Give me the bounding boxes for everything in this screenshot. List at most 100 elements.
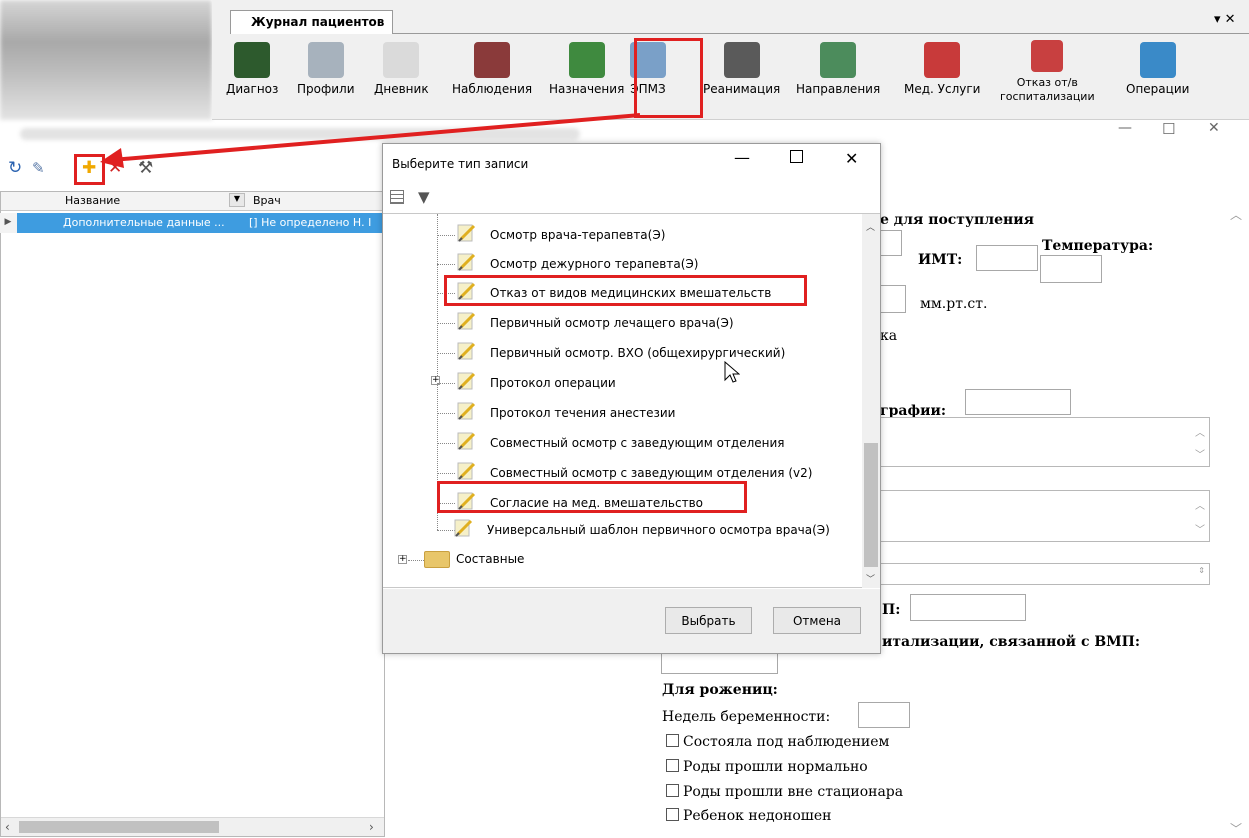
checkbox-box[interactable]	[666, 784, 679, 797]
row-doctor-cell[interactable]: [] Не определено Н. I	[249, 216, 371, 229]
tree-item[interactable]: Осмотр дежурного терапевта(Э)	[490, 257, 698, 271]
photo-input[interactable]	[965, 389, 1071, 415]
tree-item[interactable]: Осмотр врача-терапевта(Э)	[490, 228, 665, 242]
checkbox-premature[interactable]: Ребенок недоношен	[666, 808, 831, 824]
refusal-item-highlight	[444, 275, 807, 306]
horizontal-scrollbar[interactable]: ‹ ›	[1, 817, 384, 836]
checkbox-box[interactable]	[666, 808, 679, 821]
form-maximize-button[interactable]: ☐	[1162, 120, 1175, 150]
reanimation-button[interactable]: Реанимация	[703, 42, 780, 96]
left-toolbar	[0, 150, 385, 188]
epmz-highlight	[634, 38, 703, 118]
tab-patient-journal[interactable]: Журнал пациентов	[230, 10, 393, 34]
checkbox-observation[interactable]: Состояла под наблюдением	[666, 734, 889, 750]
pencil-icon	[455, 430, 477, 452]
hospital-vmp-label: итализации, связанной с ВМП:	[882, 634, 1141, 650]
checkbox-normal-birth[interactable]: Роды прошли нормально	[666, 759, 868, 775]
tree-scroll-thumb[interactable]	[864, 443, 878, 567]
checkbox-birth-outside[interactable]: Роды прошли вне стационара	[666, 784, 903, 800]
form-scroll-up-icon[interactable]: ︿	[1230, 206, 1242, 223]
truncated-label: ка	[880, 328, 898, 344]
textarea-1[interactable]: ︿ ﹀	[880, 417, 1210, 467]
textarea-3[interactable]: ⇕	[880, 563, 1210, 585]
form-minimize-button[interactable]: —	[1118, 120, 1132, 150]
pencil-icon	[455, 310, 477, 332]
checkbox-box[interactable]	[666, 734, 679, 747]
tree-folder-composite[interactable]: Составные	[456, 552, 524, 566]
imt-input[interactable]	[976, 245, 1038, 271]
mkb-book-icon	[234, 42, 271, 78]
ribbon-menu-close[interactable]: ▾ ✕	[1214, 12, 1236, 27]
dialog-title: Выберите тип записи	[392, 157, 529, 171]
referrals-button[interactable]: Направления	[796, 42, 880, 96]
operation-icon	[1139, 42, 1176, 78]
textarea-2[interactable]: ︿ ﹀	[880, 490, 1210, 542]
edit-icon[interactable]: ✎	[32, 160, 45, 177]
cancel-button[interactable]: Отмена	[773, 607, 861, 634]
column-name-header[interactable]: Название	[65, 194, 120, 207]
pressure-unit: мм.рт.ст.	[920, 296, 988, 312]
vmp-input[interactable]	[910, 594, 1026, 621]
table-row[interactable]: ▶ Дополнительные данные ... [] Не опреде…	[0, 213, 384, 233]
form-scroll-down-icon[interactable]: ﹀	[1230, 820, 1242, 837]
tree-item[interactable]: Совместный осмотр с заведующим отделения	[490, 436, 785, 450]
profiles-button[interactable]: Профили	[297, 42, 355, 96]
pills-icon	[568, 42, 605, 78]
med-services-button[interactable]: Мед. Услуги	[904, 42, 980, 96]
tree-item[interactable]: Протокол операции	[490, 376, 616, 390]
observations-button[interactable]: Наблюдения	[452, 42, 532, 96]
refresh-icon[interactable]: ↻	[8, 160, 22, 177]
scroll-down-icon[interactable]: ﹀	[866, 572, 875, 585]
scroll-right-icon[interactable]: ›	[369, 820, 374, 834]
tree-item[interactable]: Протокол течения анестезии	[490, 406, 675, 420]
pregnancy-weeks-input[interactable]	[858, 702, 910, 728]
operations-button[interactable]: Операции	[1126, 42, 1189, 96]
consent-item-highlight	[437, 481, 747, 513]
pressure-input[interactable]	[880, 285, 906, 313]
grid-header: Название ▼ Врач	[1, 192, 384, 211]
prescriptions-button[interactable]: Назначения	[549, 42, 624, 96]
dialog-maximize-button[interactable]	[790, 150, 803, 163]
grid-view-icon[interactable]	[390, 190, 404, 204]
tree-item[interactable]: Универсальный шаблон первичного осмотра …	[487, 523, 830, 537]
pencil-icon	[455, 340, 477, 362]
women-section-header: Для рожениц:	[662, 682, 778, 698]
tab-underline	[393, 33, 1249, 34]
weight-input[interactable]	[880, 230, 902, 256]
checkbox-box[interactable]	[666, 759, 679, 772]
delete-icon[interactable]: ✕	[108, 160, 122, 177]
blurred-logo	[0, 0, 212, 120]
pregnancy-weeks-label: Недель беременности:	[662, 709, 831, 725]
pencil-icon	[452, 517, 474, 539]
pencil-icon	[455, 460, 477, 482]
scroll-up-icon[interactable]: ︿	[866, 220, 875, 233]
filter-icon[interactable]: ▼	[418, 188, 430, 206]
stethoscope-icon	[924, 42, 961, 78]
expand-icon[interactable]: +	[398, 555, 407, 564]
column-filter-icon[interactable]: ▼	[229, 193, 245, 207]
tree-item[interactable]: Первичный осмотр лечащего врача(Э)	[490, 316, 734, 330]
row-name-cell[interactable]: Дополнительные данные ...	[63, 216, 225, 229]
pencil-icon	[455, 251, 477, 273]
dialog-close-button[interactable]: ✕	[845, 149, 858, 168]
form-close-button[interactable]: ✕	[1208, 120, 1220, 150]
scroll-left-icon[interactable]: ‹	[5, 820, 10, 834]
scroll-thumb[interactable]	[19, 821, 219, 833]
vmp-label: П:	[882, 602, 901, 618]
diary-button[interactable]: Дневник	[374, 42, 429, 96]
pencil-icon	[455, 370, 477, 392]
tools-icon[interactable]: ⚒	[138, 160, 153, 177]
form-title-fragment: е для поступления	[880, 212, 1034, 228]
temperature-input[interactable]	[1040, 255, 1102, 283]
row-pointer-icon: ▶	[0, 213, 17, 233]
diagnosis-button[interactable]: Диагноз	[226, 42, 278, 96]
column-doctor-header[interactable]: Врач	[253, 194, 281, 207]
window-title-blurred	[20, 128, 580, 140]
ecg-monitor-icon	[723, 42, 760, 78]
dialog-minimize-button[interactable]: —	[734, 148, 750, 167]
refusal-hospitalization-button[interactable]: Отказ от/в госпитализации	[1000, 40, 1095, 104]
tree-item[interactable]: Совместный осмотр с заведующим отделения…	[490, 466, 812, 480]
mouse-cursor-icon	[724, 361, 740, 383]
select-button[interactable]: Выбрать	[665, 607, 752, 634]
tree-item[interactable]: Первичный осмотр. ВХО (общехирургический…	[490, 346, 785, 360]
